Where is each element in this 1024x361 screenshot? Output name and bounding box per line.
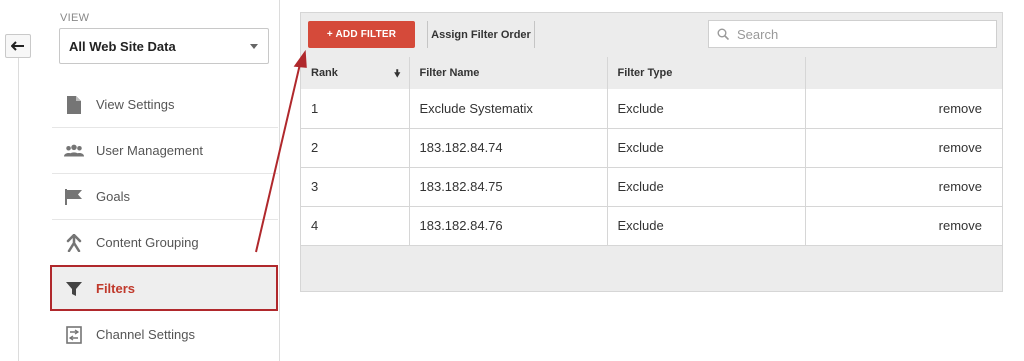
sidebar-item-label: View Settings [96,97,175,112]
sidebar-item-goals[interactable]: Goals [52,174,278,219]
sidebar-item-user-management[interactable]: User Management [52,128,278,173]
column-header-filter-type: Filter Type [607,57,806,89]
rank-cell: 3 [301,167,410,207]
document-icon [64,95,84,114]
sidebar-item-label: Content Grouping [96,235,199,250]
filters-table: Rank 🠟 Filter Name Filter Type 1 Exclude… [301,57,1002,246]
rank-cell: 2 [301,128,410,168]
sidebar-item-label: User Management [96,143,203,158]
rail-divider [18,58,19,361]
back-button[interactable] [5,34,31,58]
table-row: 4 183.182.84.76 Exclude remove [301,206,1002,246]
rank-cell: 4 [301,206,410,246]
filter-name-link[interactable]: 183.182.84.74 [409,128,608,168]
caret-down-icon [250,44,258,49]
filter-type-cell: Exclude [607,167,806,207]
column-header-label: Rank [311,67,338,79]
sidebar-item-channel-settings[interactable]: Channel Settings [52,312,278,357]
sidebar-item-label: Goals [96,189,130,204]
table-row: 2 183.182.84.74 Exclude remove [301,128,1002,168]
remove-link[interactable]: remove [805,167,1002,207]
sidebar-divider [279,0,280,361]
add-filter-button[interactable]: + ADD FILTER [308,21,415,48]
remove-link[interactable]: remove [805,128,1002,168]
search-icon [717,28,729,40]
view-select-value: All Web Site Data [69,38,176,54]
column-header-rank[interactable]: Rank 🠟 [301,57,410,89]
filter-type-cell: Exclude [607,89,806,129]
content-grouping-icon [64,233,84,252]
search-input[interactable] [735,25,979,43]
filter-name-link[interactable]: 183.182.84.75 [409,167,608,207]
filter-name-link[interactable]: 183.182.84.76 [409,206,608,246]
rank-cell: 1 [301,89,410,129]
remove-link[interactable]: remove [805,206,1002,246]
people-icon [64,142,84,160]
column-header-filter-name: Filter Name [409,57,608,89]
table-row: 1 Exclude Systematix Exclude remove [301,89,1002,129]
remove-link[interactable]: remove [805,89,1002,129]
view-select[interactable]: All Web Site Data [59,28,269,64]
filter-type-cell: Exclude [607,128,806,168]
filter-type-cell: Exclude [607,206,806,246]
table-row: 3 183.182.84.75 Exclude remove [301,167,1002,207]
assign-filter-order-button[interactable]: Assign Filter Order [427,21,535,48]
sidebar-item-view-settings[interactable]: View Settings [52,82,278,127]
channel-settings-icon [64,325,84,344]
search-box[interactable] [708,20,997,48]
filter-name-link[interactable]: Exclude Systematix [409,89,608,129]
column-header-actions [805,57,1002,89]
arrow-left-icon [11,41,24,51]
flag-icon [64,188,84,206]
annotation-highlight [50,265,278,311]
view-label: VIEW [60,12,90,24]
sidebar-item-label: Channel Settings [96,327,196,342]
sort-arrow-icon: 🠟 [393,69,401,80]
sidebar-item-content-grouping[interactable]: Content Grouping [52,220,278,265]
table-header-row: Rank 🠟 Filter Name Filter Type [301,57,1002,89]
